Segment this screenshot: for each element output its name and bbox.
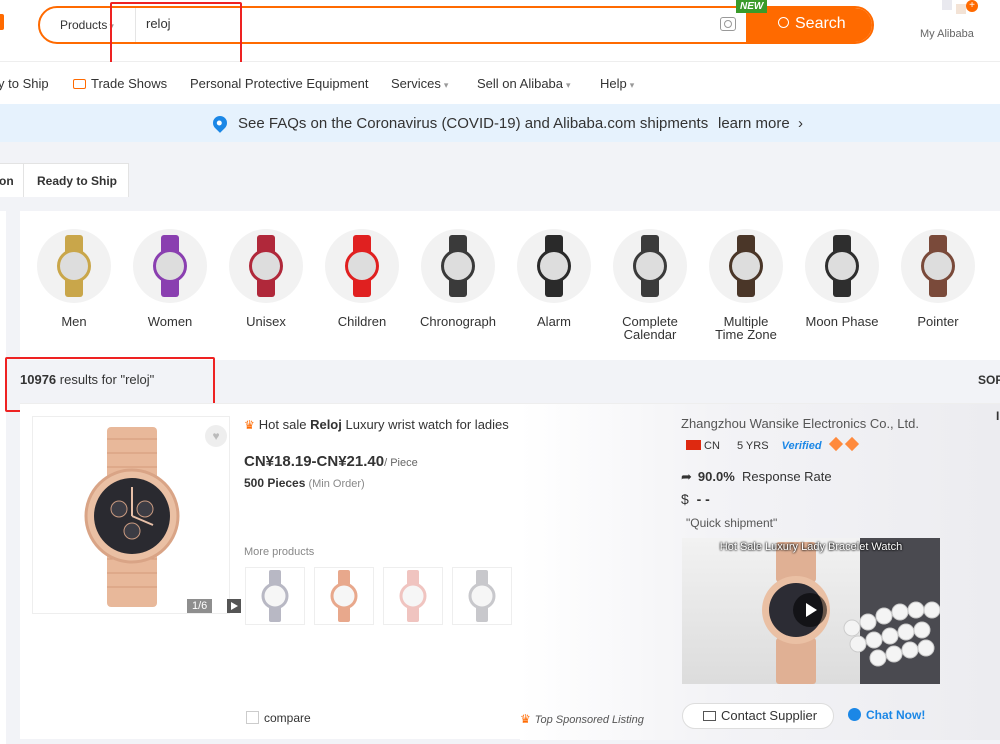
category-label: Multiple Time Zone — [715, 314, 777, 342]
chat-now-button[interactable]: Chat Now! — [848, 708, 925, 722]
covid-banner: See FAQs on the Coronavirus (COVID-19) a… — [0, 104, 1000, 142]
tab-ready-to-ship[interactable]: Ready to Ship — [23, 163, 129, 197]
nav-item-ppe[interactable]: Personal Protective Equipment — [190, 76, 368, 91]
category-item[interactable]: Multiple Time Zone — [698, 229, 794, 341]
crown-icon: ♛ — [520, 712, 531, 726]
share-arrow-icon: ➦ — [681, 469, 692, 484]
nav-item-ready-to-ship[interactable]: y to Ship — [0, 76, 49, 91]
play-icon[interactable] — [793, 593, 827, 627]
dollar-icon: $ — [681, 491, 689, 507]
chevron-down-icon: ▾ — [566, 80, 571, 90]
category-item[interactable]: Children — [314, 229, 410, 328]
gold-watch-icon — [37, 229, 111, 303]
search-button-label: Search — [795, 15, 846, 32]
play-icon[interactable] — [227, 599, 241, 613]
more-products-label: More products — [244, 546, 315, 558]
category-label: Complete Calendar — [622, 314, 678, 342]
contact-supplier-button[interactable]: Contact Supplier — [682, 703, 834, 729]
avatar[interactable]: + — [938, 0, 978, 26]
chat-icon — [848, 708, 861, 721]
envelope-icon — [703, 711, 716, 721]
more-product-thumb[interactable] — [383, 567, 443, 625]
china-flag-icon — [686, 440, 701, 450]
product-price: CN¥18.19-CN¥21.40/ Piece — [244, 453, 418, 470]
product-image[interactable]: ♥ 1/6 — [32, 416, 241, 614]
min-order: 500 Pieces (Min Order) — [244, 476, 365, 490]
new-badge: NEW — [736, 0, 768, 13]
camera-icon[interactable] — [720, 17, 736, 31]
category-panel: Men Women Unisex Children Chronograph Alarm Co… — [20, 211, 1000, 360]
nav-item-sell[interactable]: Sell on Alibaba ▾ — [477, 76, 571, 91]
category-item[interactable]: Moon Phase — [794, 229, 890, 328]
category-label: Children — [337, 314, 387, 329]
left-strip — [0, 211, 6, 744]
category-label: Men — [61, 314, 87, 329]
black-sport-watch-icon — [421, 229, 495, 303]
striped-watch-icon — [229, 229, 303, 303]
location-pin-icon — [210, 113, 230, 133]
search-category-label: Products — [60, 18, 108, 32]
category-label: Moon Phase — [805, 314, 879, 329]
nav-item-trade-shows[interactable]: Trade Shows — [73, 76, 167, 91]
diamond-icon — [844, 436, 859, 452]
tab-partial[interactable]: on — [0, 163, 24, 197]
sort-label[interactable]: SOR — [978, 373, 1000, 387]
right-edge-fragment: I — [996, 409, 1000, 423]
verified-badge[interactable]: Verified — [782, 440, 822, 452]
chevron-down-icon: ▾ — [443, 80, 449, 90]
chevron-down-icon: ▾ — [629, 80, 635, 90]
more-product-thumb[interactable] — [245, 567, 305, 625]
favorite-heart-icon[interactable]: ♥ — [205, 425, 227, 447]
moon-phase-watch-icon — [805, 229, 879, 303]
revenue: $ - - — [681, 491, 710, 507]
silver-watch-icon — [613, 229, 687, 303]
category-item[interactable]: Complete Calendar — [602, 229, 698, 341]
nav-item-help[interactable]: Help ▾ — [600, 76, 634, 91]
checkbox-icon — [246, 711, 259, 724]
category-item[interactable]: Chronograph — [410, 229, 506, 328]
crown-icon: ♛ — [244, 418, 255, 432]
rose-gold-watch-image — [84, 427, 180, 607]
red-kids-watch-icon — [325, 229, 399, 303]
supplier-name[interactable]: Zhangzhou Wansike Electronics Co., Ltd. — [681, 416, 919, 431]
chevron-right-icon: › — [798, 115, 804, 132]
multi-dial-watch-icon — [709, 229, 783, 303]
notification-badge: + — [966, 0, 978, 12]
sponsored-label: ♛ Top Sponsored Listing — [520, 712, 644, 726]
video-title: Hot Sale Luxury Lady Bracelet Watch — [719, 541, 903, 553]
category-label: Unisex — [246, 314, 286, 329]
supplier-badges: CN 5 YRS Verified — [686, 436, 859, 452]
product-card: ♥ 1/6 ♛ Hot sale Reloj Luxury wrist watch… — [20, 403, 1000, 740]
monitor-icon — [73, 79, 86, 89]
nav-item-services[interactable]: Services ▾ — [391, 76, 448, 91]
more-product-thumb[interactable] — [314, 567, 374, 625]
category-item[interactable]: Men — [26, 229, 122, 328]
supplier-quote: "Quick shipment" — [686, 516, 778, 530]
category-label: Women — [147, 314, 193, 329]
logo-fragment[interactable] — [0, 14, 4, 30]
category-item[interactable]: Pointer — [890, 229, 986, 328]
learn-more-link[interactable]: learn more › — [718, 115, 803, 132]
search-icon — [778, 17, 789, 28]
category-item[interactable]: Unisex — [218, 229, 314, 328]
category-label: Pointer — [917, 314, 959, 329]
category-label: Chronograph — [420, 314, 496, 329]
purple-watch-icon — [133, 229, 207, 303]
product-video[interactable]: Hot Sale Luxury Lady Bracelet Watch — [682, 538, 940, 684]
product-title[interactable]: ♛ Hot sale Reloj Luxury wrist watch for l… — [244, 417, 509, 432]
search-button[interactable]: Search — [746, 8, 872, 42]
digital-watch-icon — [517, 229, 591, 303]
image-counter: 1/6 — [187, 599, 213, 613]
rose-watch-icon — [901, 229, 975, 303]
category-item[interactable]: Women — [122, 229, 218, 328]
banner-text: See FAQs on the Coronavirus (COVID-19) a… — [238, 115, 709, 132]
my-alibaba-link[interactable]: My Alibaba — [920, 28, 974, 40]
more-product-thumb[interactable] — [452, 567, 512, 625]
category-label: Alarm — [537, 314, 571, 329]
diamond-icon — [828, 436, 843, 452]
category-nav: y to Ship Trade Shows Personal Protectiv… — [0, 62, 1000, 104]
response-rate: ➦ 90.0% Response Rate — [681, 469, 832, 484]
category-item[interactable]: Alarm — [506, 229, 602, 328]
compare-checkbox[interactable]: compare — [246, 711, 311, 725]
